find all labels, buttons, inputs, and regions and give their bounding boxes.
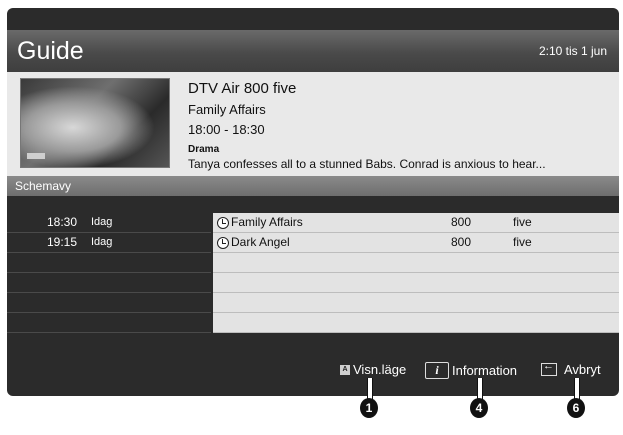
channel-name: DTV Air 800 five xyxy=(188,80,297,97)
schedule-channel-number: 800 xyxy=(451,215,472,229)
schedule-row[interactable]: 18:30 Idag Family Affairs 800 five xyxy=(7,213,619,233)
schedule-day: Idag xyxy=(91,236,113,248)
clock: 2:10 tis 1 jun xyxy=(538,44,607,58)
reminder-clock-icon xyxy=(217,237,229,249)
program-genre: Drama xyxy=(188,144,220,155)
cancel-button[interactable]: Avbryt xyxy=(541,360,601,377)
schedule-time-cell xyxy=(7,273,211,293)
schedule-program-cell[interactable] xyxy=(213,253,619,273)
schedule-channel-name: five xyxy=(513,215,532,229)
schedule-time: 18:30 xyxy=(47,215,78,229)
schedule-program-cell[interactable] xyxy=(213,293,619,313)
a-button-icon: A xyxy=(340,364,350,375)
schedule-time-cell: 18:30 Idag xyxy=(7,213,211,233)
callout-number: 1 xyxy=(360,398,378,418)
schedule-list: 18:30 Idag Family Affairs 800 five 19:15… xyxy=(7,213,619,333)
schedule-program-cell[interactable]: Dark Angel 800 five xyxy=(213,233,619,253)
schedule-heading-label: Schemavy xyxy=(15,179,72,193)
information-label: Information xyxy=(452,363,518,378)
schedule-row[interactable] xyxy=(7,273,619,293)
schedule-channel-number: 800 xyxy=(451,235,472,249)
schedule-heading: Schemavy xyxy=(7,176,619,196)
schedule-channel-name: five xyxy=(513,235,532,249)
reminder-clock-icon xyxy=(217,217,229,229)
schedule-program-cell[interactable]: Family Affairs 800 five xyxy=(213,213,619,233)
information-button[interactable]: i Information xyxy=(425,362,517,379)
callout-number: 6 xyxy=(567,398,585,418)
schedule-time-cell xyxy=(7,293,211,313)
schedule-row[interactable] xyxy=(7,253,619,273)
cancel-label: Avbryt xyxy=(564,362,601,377)
guide-footer: A Visn.läge i Information Avbryt xyxy=(7,348,619,396)
guide-screen: Guide 2:10 tis 1 jun DTV Air 800 five Fa… xyxy=(7,8,619,396)
schedule-time: 19:15 xyxy=(47,235,78,249)
schedule-program-cell[interactable] xyxy=(213,313,619,333)
schedule-program-cell[interactable] xyxy=(213,273,619,293)
schedule-row[interactable] xyxy=(7,313,619,333)
schedule-time-cell xyxy=(7,253,211,273)
view-mode-label: Visn.läge xyxy=(353,362,407,377)
callout-number: 4 xyxy=(470,398,488,418)
schedule-row[interactable] xyxy=(7,293,619,313)
schedule-program: Family Affairs xyxy=(231,215,303,229)
schedule-day: Idag xyxy=(91,216,113,228)
page-title: Guide xyxy=(17,37,84,65)
program-time: 18:00 - 18:30 xyxy=(188,122,265,137)
schedule-time-cell: 19:15 Idag xyxy=(7,233,211,253)
program-description: Tanya confesses all to a stunned Babs. C… xyxy=(188,157,546,171)
program-title: Family Affairs xyxy=(188,102,266,117)
schedule-row[interactable]: 19:15 Idag Dark Angel 800 five xyxy=(7,233,619,253)
return-icon xyxy=(541,360,557,376)
guide-header: Guide 2:10 tis 1 jun xyxy=(7,30,619,72)
view-mode-button[interactable]: A Visn.läge xyxy=(340,362,406,377)
info-icon: i xyxy=(425,362,449,379)
program-info-panel: DTV Air 800 five Family Affairs 18:00 - … xyxy=(7,72,619,176)
schedule-time-cell xyxy=(7,313,211,333)
schedule-program: Dark Angel xyxy=(231,235,290,249)
program-thumbnail xyxy=(20,78,170,168)
